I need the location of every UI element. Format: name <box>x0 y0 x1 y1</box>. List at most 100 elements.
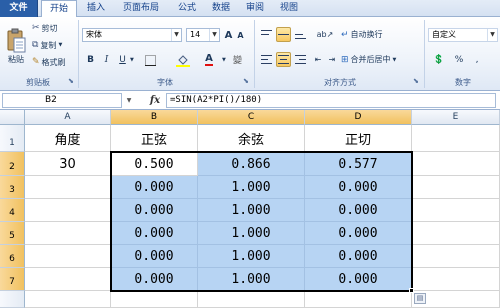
tab-insert[interactable]: 插入 <box>82 0 110 17</box>
cell-d1[interactable]: 正切 <box>305 125 412 152</box>
tab-view[interactable]: 视图 <box>274 0 304 17</box>
cell-d7[interactable]: 0.000 <box>305 268 412 291</box>
cell-d4[interactable]: 0.000 <box>305 199 412 222</box>
cell-c3[interactable]: 1.000 <box>198 176 305 199</box>
chevron-down-icon[interactable]: ▼ <box>222 57 226 63</box>
name-box[interactable]: B2 <box>2 93 122 108</box>
tab-review[interactable]: 审阅 <box>240 0 270 17</box>
row-header-4[interactable]: 4 <box>0 199 25 222</box>
tab-page-layout[interactable]: 页面布局 <box>114 0 168 17</box>
cell-a3[interactable] <box>25 176 111 199</box>
cell-a6[interactable] <box>25 245 111 268</box>
comma-button[interactable]: , <box>470 52 484 67</box>
increase-indent-button[interactable]: ⇥ <box>326 52 338 67</box>
cell-a8[interactable] <box>25 291 111 308</box>
chevron-down-icon[interactable]: ▼ <box>130 57 134 63</box>
chevron-down-icon[interactable]: ▼ <box>124 93 134 108</box>
cell-a2[interactable]: 30 <box>25 152 111 176</box>
font-name-select[interactable]: 宋体 ▼ <box>82 28 182 42</box>
row-header-5[interactable]: 5 <box>0 222 25 245</box>
italic-button[interactable]: I <box>100 53 113 67</box>
cell-d3[interactable]: 0.000 <box>305 176 412 199</box>
cell-b1[interactable]: 正弦 <box>111 125 198 152</box>
cell-c1[interactable]: 余弦 <box>198 125 305 152</box>
font-color-button[interactable]: A <box>198 53 220 67</box>
tab-data[interactable]: 数据 <box>206 0 236 17</box>
cell-c8[interactable] <box>198 291 305 308</box>
row-header-7[interactable]: 7 <box>0 268 25 291</box>
number-format-select[interactable]: 自定义 ▼ <box>428 28 498 42</box>
align-bottom-button[interactable] <box>293 27 308 42</box>
currency-button[interactable]: 💲 <box>430 52 448 67</box>
row-header-1[interactable]: 1 <box>0 125 25 152</box>
cell-d5[interactable]: 0.000 <box>305 222 412 245</box>
cell-c6[interactable]: 1.000 <box>198 245 305 268</box>
column-header-c[interactable]: C <box>198 110 305 125</box>
tab-formulas[interactable]: 公式 <box>172 0 202 17</box>
fill-color-button[interactable] <box>172 53 194 67</box>
cell-b5[interactable]: 0.000 <box>111 222 198 245</box>
cell-c4[interactable]: 1.000 <box>198 199 305 222</box>
font-size-select[interactable]: 14 ▼ <box>186 28 220 42</box>
phonetic-icon[interactable]: 變 <box>233 53 242 66</box>
align-center-button[interactable] <box>276 52 291 67</box>
orientation-button[interactable]: ab↗ <box>314 27 336 42</box>
tab-file[interactable]: 文件 <box>0 0 38 17</box>
underline-button[interactable]: U <box>116 53 129 67</box>
cell-b3[interactable]: 0.000 <box>111 176 198 199</box>
align-top-button[interactable] <box>259 27 274 42</box>
column-header-e[interactable]: E <box>412 110 500 125</box>
column-header-d[interactable]: D <box>305 110 412 125</box>
cell-e5[interactable] <box>412 222 500 245</box>
cell-d8[interactable] <box>305 291 412 308</box>
merge-center-button[interactable]: ⊞ 合并后居中 ▼ <box>340 52 422 67</box>
cell-c7[interactable]: 1.000 <box>198 268 305 291</box>
borders-button[interactable] <box>140 53 160 67</box>
cell-e7[interactable] <box>412 268 500 291</box>
cell-c5[interactable]: 1.000 <box>198 222 305 245</box>
cell-b2[interactable]: 0.500 <box>111 152 198 176</box>
clipboard-launcher-icon[interactable]: ⬊ <box>68 77 74 85</box>
align-left-button[interactable] <box>259 52 274 67</box>
formula-input[interactable]: =SIN(A2*PI()/180) <box>166 93 496 108</box>
row-header-3[interactable]: 3 <box>0 176 25 199</box>
tab-home[interactable]: 开始 <box>41 0 77 18</box>
row-header-2[interactable]: 2 <box>0 152 25 176</box>
cell-e4[interactable] <box>412 199 500 222</box>
insert-function-icon[interactable]: fx <box>148 93 162 108</box>
decrease-indent-button[interactable]: ⇤ <box>312 52 324 67</box>
row-header-6[interactable]: 6 <box>0 245 25 268</box>
column-header-a[interactable]: A <box>25 110 111 125</box>
select-all-corner[interactable] <box>0 110 25 125</box>
format-painter-button[interactable]: ✎ 格式刷 <box>31 55 75 69</box>
cell-a1[interactable]: 角度 <box>25 125 111 152</box>
cell-a7[interactable] <box>25 268 111 291</box>
cell-a4[interactable] <box>25 199 111 222</box>
column-header-b[interactable]: B <box>111 110 198 125</box>
cell-e6[interactable] <box>412 245 500 268</box>
cell-a5[interactable] <box>25 222 111 245</box>
cell-b6[interactable]: 0.000 <box>111 245 198 268</box>
cell-b4[interactable]: 0.000 <box>111 199 198 222</box>
cell-e1[interactable] <box>412 125 500 152</box>
align-middle-button[interactable] <box>276 27 291 42</box>
bold-button[interactable]: B <box>84 53 97 67</box>
paste-options-icon[interactable]: ▤ <box>414 293 426 304</box>
align-right-button[interactable] <box>293 52 308 67</box>
grow-font-button[interactable]: A <box>223 28 234 42</box>
copy-button[interactable]: ⧉ 复制 ▼ <box>31 38 75 52</box>
shrink-font-button[interactable]: A <box>235 28 246 42</box>
cut-button[interactable]: ✂ 剪切 <box>31 21 71 35</box>
percent-button[interactable]: % <box>452 52 466 67</box>
cell-b8[interactable] <box>111 291 198 308</box>
font-launcher-icon[interactable]: ⬊ <box>243 77 249 85</box>
cell-b7[interactable]: 0.000 <box>111 268 198 291</box>
cell-d6[interactable]: 0.000 <box>305 245 412 268</box>
cell-c2[interactable]: 0.866 <box>198 152 305 176</box>
cell-e2[interactable] <box>412 152 500 176</box>
alignment-launcher-icon[interactable]: ⬊ <box>413 77 419 85</box>
cell-d2[interactable]: 0.577 <box>305 152 412 176</box>
row-header-8[interactable] <box>0 291 25 308</box>
paste-button[interactable]: 粘贴 <box>3 20 29 72</box>
wrap-text-button[interactable]: ↵ 自动换行 <box>340 27 418 42</box>
